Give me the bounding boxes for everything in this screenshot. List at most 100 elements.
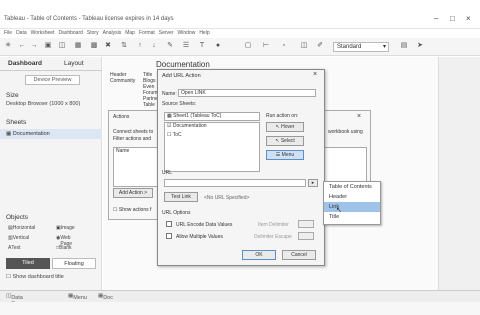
share-icon[interactable]: ➤: [416, 42, 424, 50]
actions-dialog-title: Actions: [113, 114, 130, 120]
minimize-icon[interactable]: –: [434, 14, 438, 23]
sort-desc-icon[interactable]: ↓: [150, 42, 158, 50]
dialog-title: Add URL Action: [162, 73, 201, 79]
close-icon[interactable]: ×: [313, 71, 317, 78]
chevron-down-icon: ▾: [382, 44, 386, 50]
tab-data-source[interactable]: ◫ Data Source: [6, 293, 29, 307]
encode-label: URL Encode Data Values: [176, 222, 233, 228]
tab-menu-label: Menu: [73, 295, 87, 301]
url-insert-button[interactable]: ▸: [308, 179, 318, 187]
sheet-icon: ▦: [6, 131, 13, 137]
new-worksheet-icon[interactable]: ▦: [74, 42, 82, 50]
name-input[interactable]: Open LINK: [178, 89, 316, 97]
delimiter-escape-input: [298, 232, 314, 240]
tooltip-icon[interactable]: ▫: [280, 42, 288, 50]
present-icon[interactable]: ◫: [300, 42, 308, 50]
tab-doc[interactable]: ▦ Doc: [98, 293, 113, 301]
encode-checkbox[interactable]: [166, 221, 172, 227]
sheet-tab-bar: ◫ Data Source ▦ Menu ▦ Doc: [0, 290, 480, 307]
maximize-icon[interactable]: □: [450, 14, 455, 23]
object-blank[interactable]: □ Blank: [56, 245, 72, 251]
url-input[interactable]: [164, 179, 306, 187]
menu-item-table-of-contents[interactable]: Table of Contents: [324, 182, 380, 192]
menu-item-header[interactable]: Header: [324, 192, 380, 202]
run-select-button[interactable]: ↖ Select: [266, 136, 304, 146]
menu-help[interactable]: Help: [199, 29, 209, 38]
run-hover-button[interactable]: ↖ Hover: [266, 122, 304, 132]
run-select-label: Select: [280, 138, 295, 144]
tab-menu[interactable]: ▦ Menu: [68, 293, 87, 301]
menu-window[interactable]: Window: [178, 29, 196, 38]
object-label: Image: [60, 225, 75, 231]
right-edge: [438, 57, 480, 290]
view-size-dropdown[interactable]: Standard ▾: [333, 42, 389, 52]
show-title-checkbox[interactable]: ☐ Show dashboard title: [6, 274, 64, 280]
sheet-item-documentation[interactable]: ▦ Documentation: [0, 129, 102, 139]
sort-asc-icon[interactable]: ↑: [136, 42, 144, 50]
highlight-icon[interactable]: ✎: [166, 42, 174, 50]
menu-data[interactable]: Data: [16, 29, 27, 38]
group-icon[interactable]: ☰: [182, 42, 190, 50]
fit-icon[interactable]: ▢: [244, 42, 252, 50]
object-label: Vertical: [12, 235, 30, 241]
source-item-toc[interactable]: ☐ ToC: [167, 132, 259, 141]
source-sheet-select[interactable]: ▦ Sheet1 (Tableau ToC): [164, 112, 260, 121]
test-link-button[interactable]: Test Link: [164, 192, 198, 202]
ok-button[interactable]: OK: [242, 250, 276, 260]
object-web-page[interactable]: ◉ Web Page: [56, 235, 72, 247]
window-title: Tableau - Table of Contents - Tableau li…: [4, 16, 174, 22]
source-item-documentation[interactable]: ☑ Documentation: [167, 123, 259, 132]
run-menu-button[interactable]: ☰ Menu: [266, 150, 304, 160]
show-actions-checkbox[interactable]: ☐ Show actions f: [113, 207, 151, 213]
menu-item-title[interactable]: Title: [324, 212, 380, 222]
menu-format[interactable]: Format: [139, 29, 155, 38]
menu-file[interactable]: File: [4, 29, 12, 38]
show-title-label: Show dashboard title: [12, 274, 64, 280]
menu-story[interactable]: Story: [87, 29, 99, 38]
menu-map[interactable]: Map: [125, 29, 135, 38]
item-delimiter-label: Item Delimiter: [258, 222, 289, 228]
tab-dashboard[interactable]: Dashboard: [8, 60, 42, 67]
no-url-text: <No URL Specified>: [204, 195, 250, 201]
allow-multiple-checkbox[interactable]: [166, 233, 172, 239]
menu-item-link[interactable]: Link: [324, 202, 380, 212]
pencil-icon[interactable]: ✐: [316, 42, 324, 50]
close-icon[interactable]: ×: [466, 14, 471, 23]
item-delimiter-input: [298, 220, 314, 228]
source-sheets-list: ☑ Documentation ☐ ToC: [164, 122, 260, 172]
duplicate-icon[interactable]: ▩: [90, 42, 98, 50]
new-datasource-icon[interactable]: ◫: [58, 42, 66, 50]
show-actions-label: Show actions f: [118, 207, 152, 213]
swap-icon[interactable]: ⇅: [120, 42, 128, 50]
back-icon[interactable]: ←: [18, 42, 26, 50]
device-preview-button[interactable]: Device Preview: [25, 75, 80, 85]
run-hover-label: Hover: [281, 124, 295, 130]
menu-dashboard[interactable]: Dashboard: [58, 29, 82, 38]
pin-icon[interactable]: ●: [214, 42, 222, 50]
object-vertical[interactable]: ▥ Vertical: [8, 235, 29, 241]
title-bar: Tableau - Table of Contents - Tableau li…: [0, 0, 480, 29]
tab-layout[interactable]: Layout: [64, 60, 84, 67]
actions-info-text: workbook using: [328, 129, 363, 135]
add-action-button[interactable]: Add Action >: [113, 188, 153, 198]
tableau-logo-icon[interactable]: ✳: [4, 42, 12, 50]
menu-server[interactable]: Server: [159, 29, 174, 38]
object-text[interactable]: A Text: [8, 245, 21, 251]
view-size-value: Standard: [337, 44, 362, 50]
floating-toggle[interactable]: Floating: [52, 258, 96, 269]
cancel-button[interactable]: Cancel: [282, 250, 316, 260]
save-icon[interactable]: ▣: [44, 42, 52, 50]
forward-icon[interactable]: →: [30, 42, 38, 50]
object-horizontal[interactable]: ▤ Horizontal: [8, 225, 35, 231]
source-item-label: ToC: [172, 132, 182, 138]
label-icon[interactable]: T: [198, 42, 206, 50]
size-select[interactable]: Desktop Browser (1000 x 800): [6, 101, 80, 107]
object-image[interactable]: ▣ Image: [56, 225, 75, 231]
chart-icon[interactable]: ▤: [400, 42, 408, 50]
menu-worksheet[interactable]: Worksheet: [31, 29, 55, 38]
menu-analysis[interactable]: Analysis: [103, 29, 122, 38]
fixed-axes-icon[interactable]: ⊢: [262, 42, 270, 50]
clear-icon[interactable]: ✖: [104, 42, 112, 50]
tiled-toggle[interactable]: Tiled: [6, 258, 50, 269]
close-icon[interactable]: ×: [357, 113, 361, 120]
